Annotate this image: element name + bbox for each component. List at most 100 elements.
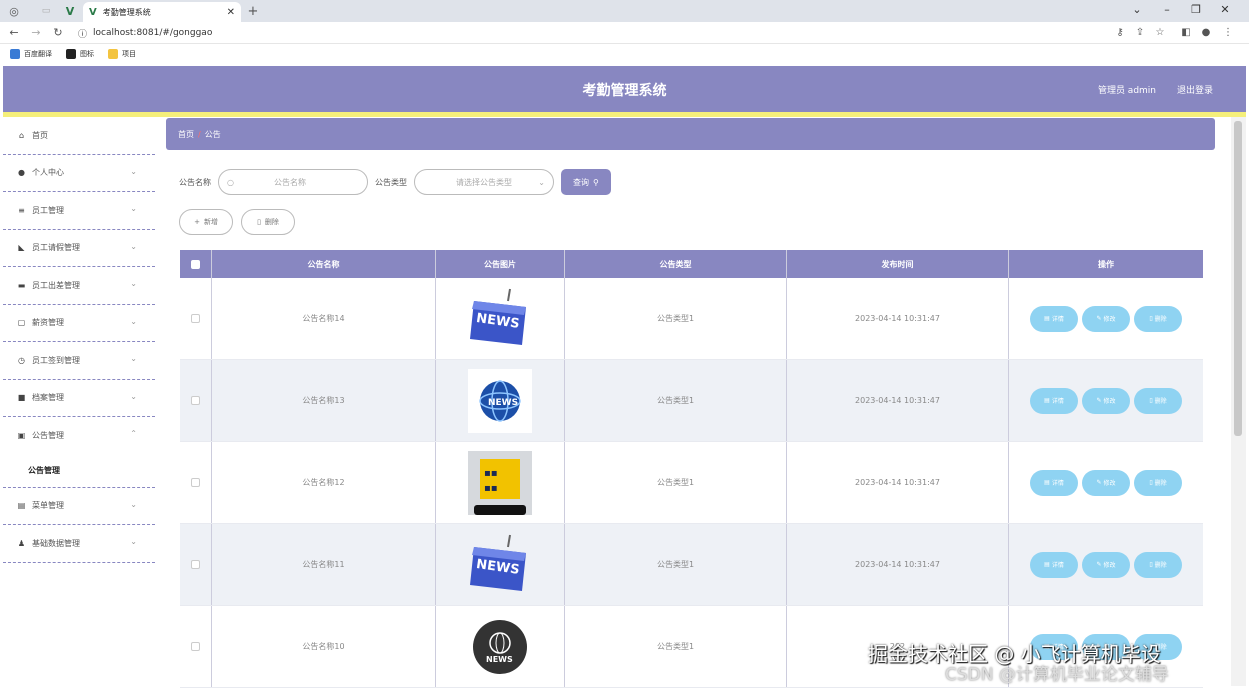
sidebar-item-archive[interactable]: ■ 档案管理 ⌄ [3,380,155,417]
image-icon [66,49,76,59]
sidebar-item-home[interactable]: ⌂ 首页 [3,117,155,155]
share-icon[interactable]: ⇪ [1132,25,1148,41]
page-scrollbar[interactable] [1231,117,1246,686]
notice-type-select[interactable]: 请选择公告类型 ⌄ [414,169,554,195]
sidebar-item-business-trip[interactable]: ▬ 员工出差管理 ⌄ [3,267,155,305]
row-checkbox-cell [180,442,212,523]
sidebar-item-label: 首页 [32,130,48,140]
cell-name: 公告名称13 [212,360,436,441]
bookmark-project[interactable]: 项目 [108,49,136,59]
edit-icon: ✎ [1096,315,1102,322]
breadcrumb-separator: / [198,129,201,139]
chat-icon: ▢ [17,318,26,328]
trash-icon: ▯ [1149,561,1153,568]
minimize-icon[interactable]: – [1154,3,1180,16]
url-field[interactable]: ⓘ localhost:8081/#/gonggao [78,26,1098,40]
row-delete-button[interactable]: ▯ 删除 [1134,551,1182,578]
row-delete-button[interactable]: ▯ 删除 [1134,469,1182,496]
tab-search-icon[interactable]: ⌄ [1124,3,1150,16]
notice-name-input[interactable]: ○ 公告名称 [218,169,368,195]
row-delete-button[interactable]: ▯ 删除 [1134,305,1182,332]
sidebar-item-base-data[interactable]: ♟ 基础数据管理 ⌄ [3,525,155,563]
row-checkbox[interactable] [191,314,200,323]
sidepanel-icon[interactable]: ◧ [1178,25,1194,41]
profile-icon[interactable]: ● [1198,25,1214,41]
table-row: 公告名称11 NEWS 公告类型1 2023-04-14 10:31:47 ▤ 详… [180,524,1203,606]
sidebar-item-salary[interactable]: ▢ 薪资管理 ⌄ [3,305,155,342]
edit-label: 修改 [1103,398,1116,405]
row-delete-button[interactable]: ▯ 删除 [1134,387,1182,414]
header-name: 公告名称 [212,250,436,278]
star-icon[interactable]: ☆ [1152,25,1168,41]
sidebar-subitem-notice[interactable]: 公告管理 [3,455,155,488]
sidebar-item-label: 薪资管理 [32,318,64,328]
browser-tab[interactable]: V 考勤管理系统 ✕ [83,2,241,22]
browser-menu-icon[interactable]: ◎ [6,3,22,19]
cell-name: 公告名称11 [212,524,436,605]
close-tab-icon[interactable]: ✕ [227,7,235,18]
vue-tab-icon: V [89,6,97,18]
sidebar-item-notice[interactable]: ▣ 公告管理 ⌃ [3,417,155,455]
row-checkbox[interactable] [191,478,200,487]
cell-type: 公告类型1 [565,278,787,359]
select-all-checkbox[interactable] [191,259,200,269]
chevron-down-icon: ⌄ [130,499,137,509]
sidebar-item-leave[interactable]: ◣ 员工请假管理 ⌄ [3,230,155,267]
cell-image: NEWS [436,278,565,359]
url-text: localhost:8081/#/gonggao [93,28,213,38]
forward-icon[interactable]: → [28,25,44,41]
address-bar: ← → ↻ ⓘ localhost:8081/#/gonggao ⚷ ⇪ ☆ ◧… [0,22,1249,44]
row-checkbox[interactable] [191,642,200,651]
news-phone-image: ▪▪ ▪▪ [468,450,532,515]
sidebar-item-menu[interactable]: ▤ 菜单管理 ⌄ [3,488,155,525]
sidebar-item-employees[interactable]: ≡ 员工管理 ⌄ [3,192,155,230]
detail-button[interactable]: ▤ 详情 [1030,469,1078,496]
detail-button[interactable]: ▤ 详情 [1030,551,1078,578]
sidebar: ⌂ 首页 ● 个人中心 ⌄ ≡ 员工管理 ⌄ ◣ 员工请假管理 ⌄ ▬ 员工出差管理 ⌄ ▢ 薪资管… [3,117,155,686]
sidebar-item-checkin[interactable]: ◷ 员工签到管理 ⌄ [3,342,155,380]
back-icon[interactable]: ← [6,25,22,41]
trash-icon: ▯ [1149,479,1153,486]
detail-icon: ▤ [1044,315,1050,322]
scrollbar-thumb[interactable] [1234,121,1242,436]
edit-button[interactable]: ✎ 修改 [1082,305,1130,332]
notice-name-placeholder: 公告名称 [273,177,306,187]
restore-icon[interactable]: ❐ [1183,3,1209,16]
news-globe-image: NEWS [468,368,532,433]
breadcrumb-home[interactable]: 首页 [178,129,194,140]
logout-link[interactable]: 退出登录 [1177,83,1213,96]
row-checkbox[interactable] [191,560,200,569]
header-checkbox-cell [180,250,212,278]
query-button[interactable]: 查询 ⚲ [561,169,611,195]
vue-icon[interactable]: V [62,3,78,19]
cell-type: 公告类型1 [565,442,787,523]
detail-button[interactable]: ▤ 详情 [1030,387,1078,414]
sidebar-item-label: 菜单管理 [32,501,64,511]
detail-icon: ▤ [1044,479,1050,486]
delete-button[interactable]: ▯ 删除 [241,209,295,235]
edit-button[interactable]: ✎ 修改 [1082,469,1130,496]
bookmark-baidu[interactable]: 百度翻译 [10,49,52,59]
row-checkbox[interactable] [191,396,200,405]
bookmark-label: 项目 [122,50,136,58]
doc-icon: ■ [17,393,26,403]
close-window-icon[interactable]: ✕ [1212,3,1238,16]
more-menu-icon[interactable]: ⋮ [1220,25,1236,41]
row-checkbox-cell [180,360,212,441]
table-header: 公告名称 公告图片 公告类型 发布时间 操作 [180,250,1203,278]
edit-button[interactable]: ✎ 修改 [1082,551,1130,578]
edit-label: 修改 [1103,316,1116,323]
edit-button[interactable]: ✎ 修改 [1082,387,1130,414]
trash-icon: ▯ [257,218,261,226]
new-tab-icon[interactable]: + [245,3,261,19]
sidebar-item-label: 员工出差管理 [32,280,80,290]
sidebar-item-profile[interactable]: ● 个人中心 ⌄ [3,155,155,192]
reload-icon[interactable]: ↻ [50,25,66,41]
sidebar-item-label: 员工请假管理 [32,243,80,253]
plus-icon: + [194,218,200,226]
add-button[interactable]: + 新增 [179,209,233,235]
detail-button[interactable]: ▤ 详情 [1030,305,1078,332]
tab-placeholder-icon[interactable]: ▭ [38,3,54,19]
bookmark-icons[interactable]: 图标 [66,49,94,59]
key-icon[interactable]: ⚷ [1112,25,1128,41]
